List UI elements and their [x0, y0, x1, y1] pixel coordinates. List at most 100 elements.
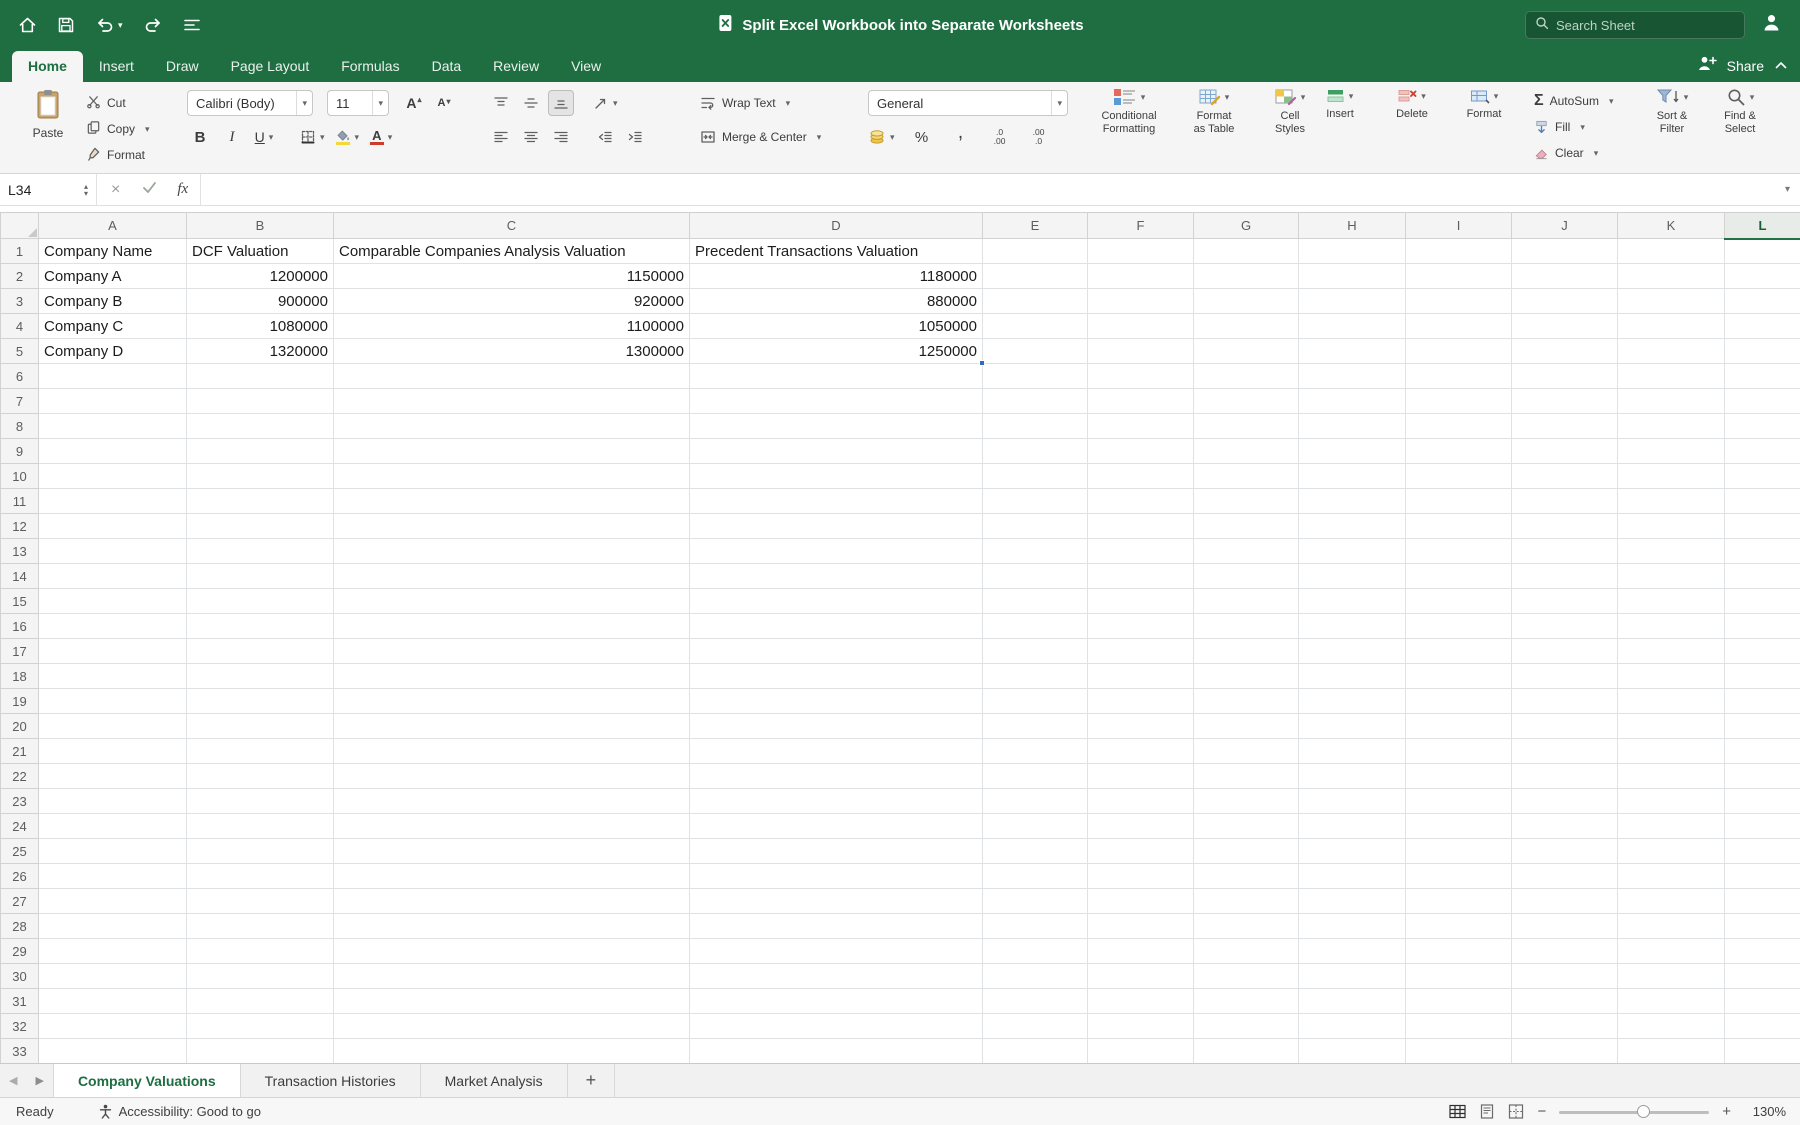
cell-B16[interactable]: [187, 614, 334, 639]
cell-L14[interactable]: [1725, 564, 1800, 589]
cell-E30[interactable]: [983, 964, 1088, 989]
cell-E31[interactable]: [983, 989, 1088, 1014]
cell-A17[interactable]: [39, 639, 187, 664]
borders-button[interactable]: ▾: [299, 124, 326, 150]
cell-E10[interactable]: [983, 464, 1088, 489]
cell-D3[interactable]: 880000: [690, 289, 983, 314]
cell-E19[interactable]: [983, 689, 1088, 714]
cell-E5[interactable]: [983, 339, 1088, 364]
tab-draw[interactable]: Draw: [150, 51, 215, 82]
cell-J2[interactable]: [1512, 264, 1618, 289]
tab-review[interactable]: Review: [477, 51, 555, 82]
cell-H29[interactable]: [1299, 939, 1406, 964]
format-cells-button[interactable]: ▾ Format: [1456, 87, 1512, 121]
paste-button[interactable]: Paste: [22, 88, 74, 140]
cell-C10[interactable]: [334, 464, 690, 489]
zoom-slider-track[interactable]: [1559, 1111, 1709, 1114]
cell-C25[interactable]: [334, 839, 690, 864]
confirm-entry-icon[interactable]: [134, 181, 165, 199]
cell-G3[interactable]: [1194, 289, 1299, 314]
cell-L22[interactable]: [1725, 764, 1800, 789]
tab-home[interactable]: Home: [12, 51, 83, 82]
cell-B12[interactable]: [187, 514, 334, 539]
cell-K14[interactable]: [1618, 564, 1725, 589]
cell-K7[interactable]: [1618, 389, 1725, 414]
cell-J5[interactable]: [1512, 339, 1618, 364]
row-header-26[interactable]: 26: [1, 864, 39, 889]
cell-B6[interactable]: [187, 364, 334, 389]
cell-H26[interactable]: [1299, 864, 1406, 889]
cell-K31[interactable]: [1618, 989, 1725, 1014]
cell-G30[interactable]: [1194, 964, 1299, 989]
column-header-J[interactable]: J: [1512, 213, 1618, 239]
row-header-14[interactable]: 14: [1, 564, 39, 589]
cell-G7[interactable]: [1194, 389, 1299, 414]
cell-H21[interactable]: [1299, 739, 1406, 764]
autosum-button[interactable]: Σ AutoSum ▾: [1534, 88, 1614, 114]
cell-I15[interactable]: [1406, 589, 1512, 614]
cell-K10[interactable]: [1618, 464, 1725, 489]
home-icon[interactable]: [18, 16, 37, 34]
cell-E4[interactable]: [983, 314, 1088, 339]
column-header-K[interactable]: K: [1618, 213, 1725, 239]
cell-E22[interactable]: [983, 764, 1088, 789]
cell-G33[interactable]: [1194, 1039, 1299, 1064]
cell-L9[interactable]: [1725, 439, 1800, 464]
cell-B32[interactable]: [187, 1014, 334, 1039]
cell-H5[interactable]: [1299, 339, 1406, 364]
cell-E32[interactable]: [983, 1014, 1088, 1039]
increase-decimal-button[interactable]: .0.00: [987, 124, 1013, 150]
cell-L18[interactable]: [1725, 664, 1800, 689]
cell-D28[interactable]: [690, 914, 983, 939]
cell-B4[interactable]: 1080000: [187, 314, 334, 339]
cell-I28[interactable]: [1406, 914, 1512, 939]
column-header-I[interactable]: I: [1406, 213, 1512, 239]
share-button[interactable]: Share: [1727, 58, 1764, 74]
row-header-13[interactable]: 13: [1, 539, 39, 564]
row-header-4[interactable]: 4: [1, 314, 39, 339]
cell-H22[interactable]: [1299, 764, 1406, 789]
cell-D26[interactable]: [690, 864, 983, 889]
cell-H18[interactable]: [1299, 664, 1406, 689]
decrease-font-size-button[interactable]: A▾: [431, 90, 457, 116]
cell-I11[interactable]: [1406, 489, 1512, 514]
cell-A9[interactable]: [39, 439, 187, 464]
cell-I20[interactable]: [1406, 714, 1512, 739]
cell-J20[interactable]: [1512, 714, 1618, 739]
cell-A22[interactable]: [39, 764, 187, 789]
currency-format-button[interactable]: ▾: [868, 124, 896, 150]
cell-B1[interactable]: DCF Valuation: [187, 239, 334, 264]
merge-center-button[interactable]: Merge & Center ▾: [700, 124, 821, 150]
cell-G25[interactable]: [1194, 839, 1299, 864]
cell-A27[interactable]: [39, 889, 187, 914]
cell-L15[interactable]: [1725, 589, 1800, 614]
cell-L13[interactable]: [1725, 539, 1800, 564]
cell-F26[interactable]: [1088, 864, 1194, 889]
account-avatar[interactable]: [1761, 12, 1782, 38]
cell-A14[interactable]: [39, 564, 187, 589]
cell-I32[interactable]: [1406, 1014, 1512, 1039]
sheet-tab-company-valuations[interactable]: Company Valuations: [53, 1064, 241, 1097]
cell-G22[interactable]: [1194, 764, 1299, 789]
cell-F8[interactable]: [1088, 414, 1194, 439]
cell-I2[interactable]: [1406, 264, 1512, 289]
column-header-B[interactable]: B: [187, 213, 334, 239]
cell-B28[interactable]: [187, 914, 334, 939]
cell-E15[interactable]: [983, 589, 1088, 614]
cell-E16[interactable]: [983, 614, 1088, 639]
cell-A19[interactable]: [39, 689, 187, 714]
cell-A28[interactable]: [39, 914, 187, 939]
cell-G9[interactable]: [1194, 439, 1299, 464]
cell-E28[interactable]: [983, 914, 1088, 939]
cell-K16[interactable]: [1618, 614, 1725, 639]
cell-C18[interactable]: [334, 664, 690, 689]
cell-H15[interactable]: [1299, 589, 1406, 614]
sheet-tab-transaction-histories[interactable]: Transaction Histories: [241, 1064, 421, 1097]
cell-L28[interactable]: [1725, 914, 1800, 939]
cell-G12[interactable]: [1194, 514, 1299, 539]
cell-L2[interactable]: [1725, 264, 1800, 289]
name-box[interactable]: L34 ▴ ▾: [0, 174, 96, 206]
cell-E8[interactable]: [983, 414, 1088, 439]
accessibility-status[interactable]: Accessibility: Good to go: [98, 1104, 261, 1119]
cell-I26[interactable]: [1406, 864, 1512, 889]
